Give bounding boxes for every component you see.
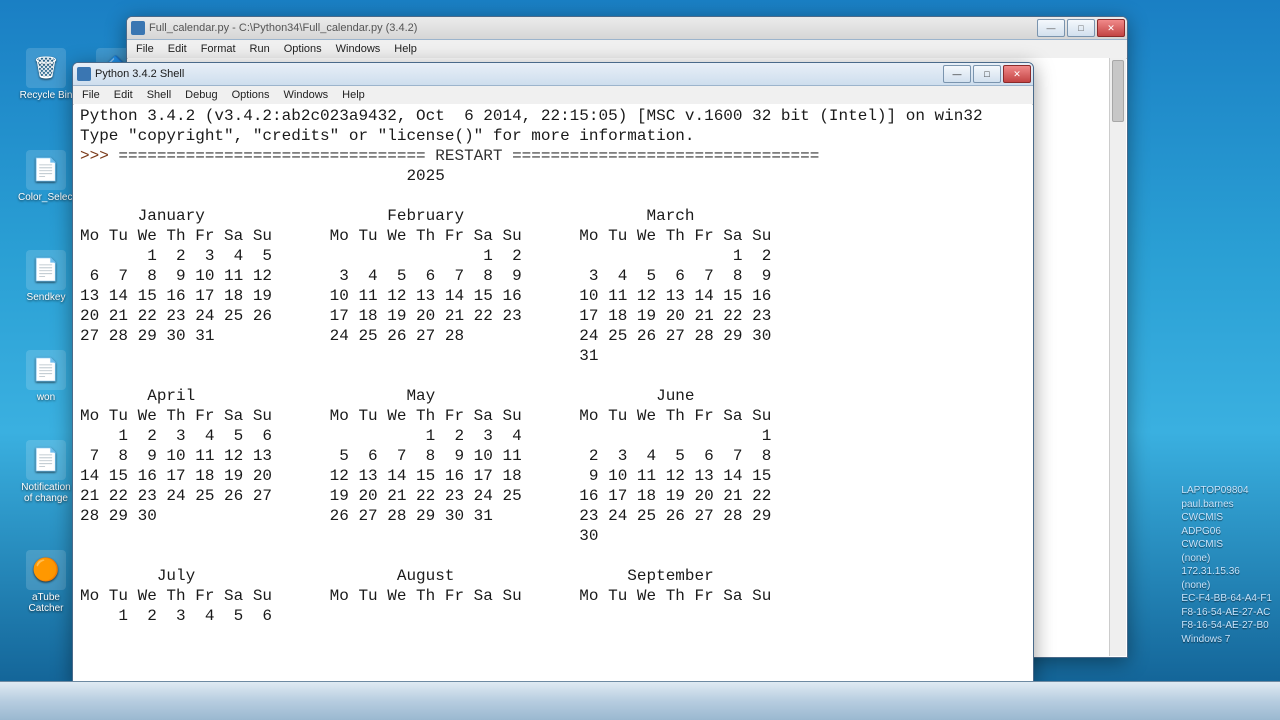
sendkey-icon: 📄 <box>26 250 66 290</box>
sysinfo-line: (none) <box>1181 579 1272 593</box>
sysinfo-line: F8-16-54-AE-27-AC <box>1181 606 1272 620</box>
sysinfo-line: F8-16-54-AE-27-B0 <box>1181 619 1272 633</box>
sysinfo-line: Windows 7 <box>1181 633 1272 647</box>
sysinfo-line: paul.barnes <box>1181 498 1272 512</box>
menu-help[interactable]: Help <box>335 88 372 102</box>
shell-titlebar[interactable]: Python 3.4.2 Shell — □ ✕ <box>73 63 1033 86</box>
menu-windows[interactable]: Windows <box>329 42 388 56</box>
menu-file[interactable]: File <box>129 42 161 56</box>
recycle-bin-icon: 🗑 <box>26 48 66 88</box>
desktop[interactable]: 🗑Recycle Bin📄Color_Select📄Sendkey📄won📄No… <box>0 0 1280 720</box>
menu-edit[interactable]: Edit <box>107 88 140 102</box>
sysinfo-line: CWCMIS <box>1181 538 1272 552</box>
desktop-icon-recycle-bin[interactable]: 🗑 Recycle Bin <box>18 48 74 101</box>
menu-shell[interactable]: Shell <box>140 88 178 102</box>
editor-title: Full_calendar.py - C:\Python34\Full_cale… <box>149 22 417 34</box>
desktop-icon-notification[interactable]: 📄Notification of change <box>18 440 74 504</box>
desktop-icon-label: Notification of change <box>18 482 74 504</box>
minimize-button[interactable]: — <box>943 65 971 83</box>
sysinfo-line: EC-F4-BB-64-A4-F1 <box>1181 592 1272 606</box>
calendar-year: 2025 <box>406 167 444 185</box>
shell-output[interactable]: Python 3.4.2 (v3.4.2:ab2c023a9432, Oct 6… <box>74 104 1032 682</box>
shell-window[interactable]: Python 3.4.2 Shell — □ ✕ FileEditShellDe… <box>72 62 1034 684</box>
desktop-icon-label: aTube Catcher <box>18 592 74 614</box>
atube-icon: 🟠 <box>26 550 66 590</box>
calendar-body: January February March Mo Tu We Th Fr Sa… <box>80 207 771 625</box>
notification-icon: 📄 <box>26 440 66 480</box>
scroll-thumb[interactable] <box>1112 60 1124 122</box>
desktop-icon-sendkey[interactable]: 📄 Sendkey <box>18 250 74 303</box>
close-button[interactable]: ✕ <box>1097 19 1125 37</box>
editor-menubar[interactable]: FileEditFormatRunOptionsWindowsHelp <box>127 40 1127 59</box>
menu-file[interactable]: File <box>75 88 107 102</box>
shell-banner: Python 3.4.2 (v3.4.2:ab2c023a9432, Oct 6… <box>80 107 983 145</box>
desktop-icon-won[interactable]: 📄 won <box>18 350 74 403</box>
shell-menubar[interactable]: FileEditShellDebugOptionsWindowsHelp <box>73 86 1033 105</box>
menu-help[interactable]: Help <box>387 42 424 56</box>
maximize-button[interactable]: □ <box>973 65 1001 83</box>
menu-format[interactable]: Format <box>194 42 243 56</box>
menu-options[interactable]: Options <box>225 88 277 102</box>
taskbar[interactable] <box>0 681 1280 720</box>
color-select-icon: 📄 <box>26 150 66 190</box>
minimize-button[interactable]: — <box>1037 19 1065 37</box>
menu-run[interactable]: Run <box>243 42 277 56</box>
maximize-button[interactable]: □ <box>1067 19 1095 37</box>
close-button[interactable]: ✕ <box>1003 65 1031 83</box>
sysinfo-line: LAPTOP09804 <box>1181 484 1272 498</box>
desktop-icon-label: won <box>18 392 74 403</box>
sysinfo-line: 172.31.15.36 <box>1181 565 1272 579</box>
shell-title: Python 3.4.2 Shell <box>95 68 184 80</box>
sysinfo-line: CWCMIS <box>1181 511 1272 525</box>
desktop-icon-label: Recycle Bin <box>18 90 74 101</box>
scrollbar[interactable] <box>1109 58 1126 656</box>
shell-prompt: >>> <box>80 147 118 165</box>
menu-options[interactable]: Options <box>277 42 329 56</box>
desktop-icon-color-select[interactable]: 📄 Color_Select <box>18 150 74 203</box>
python-icon <box>131 21 145 35</box>
desktop-icon-atube[interactable]: 🟠aTube Catcher <box>18 550 74 614</box>
python-icon <box>77 67 91 81</box>
desktop-icon-label: Sendkey <box>18 292 74 303</box>
sysinfo-line: ADPG06 <box>1181 525 1272 539</box>
menu-windows[interactable]: Windows <box>277 88 336 102</box>
calendar-output: 2025 January February March Mo Tu We Th … <box>80 167 771 625</box>
won-icon: 📄 <box>26 350 66 390</box>
menu-debug[interactable]: Debug <box>178 88 224 102</box>
editor-titlebar[interactable]: Full_calendar.py - C:\Python34\Full_cale… <box>127 17 1127 40</box>
sysinfo-overlay: LAPTOP09804paul.barnesCWCMISADPG06CWCMIS… <box>1181 484 1272 646</box>
menu-edit[interactable]: Edit <box>161 42 194 56</box>
desktop-icon-label: Color_Select <box>18 192 74 203</box>
sysinfo-line: (none) <box>1181 552 1272 566</box>
restart-line: ================================ RESTART… <box>118 147 819 165</box>
